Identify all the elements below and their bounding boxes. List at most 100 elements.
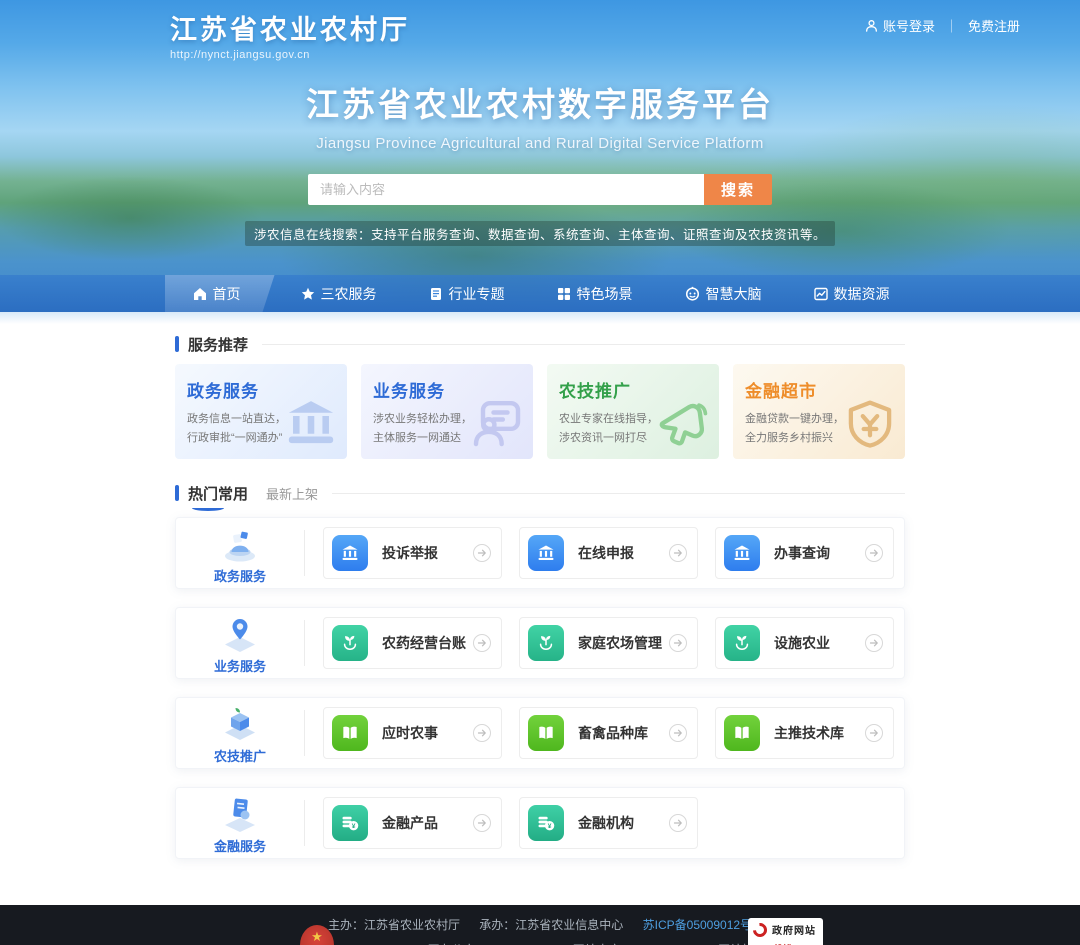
search-hint: 涉农信息在线搜索：支持平台服务查询、数据查询、系统查询、主体查询、证照查询及农技… — [245, 221, 835, 246]
section-divider-line — [262, 344, 905, 345]
auth-links: 账号登录 ｜ 免费注册 — [865, 16, 1020, 35]
service-label: 家庭农场管理 — [578, 633, 669, 653]
service-label: 金融机构 — [578, 813, 669, 833]
category-agritech[interactable]: 农技推广 — [176, 701, 304, 765]
nav-label: 特色场景 — [577, 284, 633, 304]
bank-icon — [536, 543, 556, 563]
service-item-complaint[interactable]: 投诉举报 — [323, 527, 502, 579]
service-item-online-declare[interactable]: 在线申报 — [519, 527, 698, 579]
category-business[interactable]: 业务服务 — [176, 611, 304, 675]
nav-item-sannong[interactable]: 三农服务 — [275, 275, 403, 312]
category-label: 业务服务 — [214, 656, 266, 675]
open-book-icon — [340, 723, 360, 743]
grid-icon — [557, 287, 571, 301]
nav-label: 三农服务 — [321, 284, 377, 304]
arrow-icon — [473, 544, 491, 562]
footer-text: 主办：江苏省农业农村厅 承办：江苏省农业信息中心 苏ICP备05009012号 … — [0, 905, 1080, 945]
sprout-icon — [732, 633, 752, 653]
service-row-business: 业务服务 农药经营台账 家庭农场管理 — [175, 607, 905, 679]
service-label: 畜禽品种库 — [578, 723, 669, 743]
svg-text:¥: ¥ — [352, 823, 356, 830]
platform-subtitle: Jiangsu Province Agricultural and Rural … — [0, 135, 1080, 152]
category-label: 政务服务 — [214, 566, 266, 585]
service-row-agritech: 农技推广 应时农事 畜禽品种库 主 — [175, 697, 905, 769]
section-recommend-header: 服务推荐 — [175, 334, 905, 354]
search-button[interactable]: 搜索 — [704, 174, 772, 205]
gov-badge-title: 政府网站 — [772, 922, 816, 937]
main-content: 服务推荐 政务服务 政务信息一站直达， 行政审批“一网通办” 业务服务 涉农业务… — [175, 324, 905, 859]
book-icon — [429, 287, 443, 301]
service-item-main-tech-library[interactable]: 主推技术库 — [715, 707, 894, 759]
nav-item-industry[interactable]: 行业专题 — [403, 275, 531, 312]
category-government[interactable]: 政务服务 — [176, 521, 304, 585]
category-label: 金融服务 — [214, 836, 266, 855]
card-government-services[interactable]: 政务服务 政务信息一站直达， 行政审批“一网通办” — [175, 364, 347, 459]
tab-latest[interactable]: 最新上架 — [266, 484, 318, 503]
footer-phones: 电话：025-86263414(厅办公室) 025-86263709(网站内容)… — [0, 941, 1080, 945]
service-item-facility-agriculture[interactable]: 设施农业 — [715, 617, 894, 669]
search-input[interactable] — [308, 174, 704, 205]
footer: ★ 主办：江苏省农业农村厅 承办：江苏省农业信息中心 苏ICP备05009012… — [0, 905, 1080, 945]
platform-title: 江苏省农业农村数字服务平台 — [0, 78, 1080, 126]
nav-item-scenes[interactable]: 特色场景 — [531, 275, 659, 312]
arrow-icon — [669, 814, 687, 832]
section-hot-header: 热门常用 最新上架 — [175, 483, 905, 503]
sprout-icon — [536, 633, 556, 653]
service-item-affairs-query[interactable]: 办事查询 — [715, 527, 894, 579]
row-divider — [304, 530, 305, 576]
login-link[interactable]: 账号登录 — [883, 16, 935, 35]
open-book-icon — [732, 723, 752, 743]
service-item-financial-institutions[interactable]: ¥ 金融机构 — [519, 797, 698, 849]
hero-fade — [0, 312, 1080, 324]
nav-item-home[interactable]: 首页 — [165, 275, 275, 312]
section-title-recommend: 服务推荐 — [188, 334, 248, 355]
chat-icon — [469, 395, 525, 451]
service-item-livestock-breeds[interactable]: 畜禽品种库 — [519, 707, 698, 759]
service-item-family-farm[interactable]: 家庭农场管理 — [519, 617, 698, 669]
arrow-icon — [865, 724, 883, 742]
category-finance[interactable]: 金融服务 — [176, 791, 304, 855]
service-row-government: 政务服务 投诉举报 在线申报 办事 — [175, 517, 905, 589]
arrow-icon — [473, 814, 491, 832]
bank-icon — [732, 543, 752, 563]
tab-hot-common[interactable]: 热门常用 — [188, 483, 248, 504]
site-logo[interactable]: 江苏省农业农村厅 http://nynct.jiangsu.gov.cn — [170, 8, 410, 61]
arrow-icon — [669, 544, 687, 562]
card-business-services[interactable]: 业务服务 涉农业务轻松办理， 主体服务一网通达 — [361, 364, 533, 459]
arrow-icon — [473, 724, 491, 742]
arrow-icon — [473, 634, 491, 652]
section-accent-bar — [175, 485, 179, 501]
topbar: 江苏省农业农村厅 http://nynct.jiangsu.gov.cn 账号登… — [0, 0, 1080, 56]
nav-label: 智慧大脑 — [706, 284, 762, 304]
recommend-cards: 政务服务 政务信息一站直达， 行政审批“一网通办” 业务服务 涉农业务轻松办理，… — [175, 364, 905, 459]
gov-website-badge[interactable]: 政府网站 找错 — [748, 918, 823, 945]
bank-icon — [340, 543, 360, 563]
card-finance-supermarket[interactable]: 金融超市 金融贷款一键办理， 全力服务乡村振兴 — [733, 364, 905, 459]
nav-item-brain[interactable]: 智慧大脑 — [659, 275, 788, 312]
service-label: 应时农事 — [382, 723, 473, 743]
row-divider — [304, 800, 305, 846]
home-icon — [193, 287, 207, 301]
hero-center: 江苏省农业农村数字服务平台 Jiangsu Province Agricultu… — [0, 78, 1080, 246]
section-divider-line — [332, 493, 905, 494]
site-url: http://nynct.jiangsu.gov.cn — [170, 49, 410, 61]
hero-banner: 江苏省农业农村厅 http://nynct.jiangsu.gov.cn 账号登… — [0, 0, 1080, 312]
register-link[interactable]: 免费注册 — [968, 16, 1020, 35]
category-3d-finance-icon — [214, 791, 266, 835]
site-name: 江苏省农业农村厅 — [170, 8, 410, 47]
category-3d-agritech-icon — [214, 701, 266, 745]
service-row-finance: 金融服务 ¥ 金融产品 ¥ 金融机构 — [175, 787, 905, 859]
service-item-seasonal-farming[interactable]: 应时农事 — [323, 707, 502, 759]
card-agritech-promotion[interactable]: 农技推广 农业专家在线指导， 涉农资讯一网打尽 — [547, 364, 719, 459]
coins-icon: ¥ — [340, 813, 360, 833]
shield-yuan-icon — [843, 397, 897, 451]
arrow-icon — [865, 634, 883, 652]
service-item-financial-products[interactable]: ¥ 金融产品 — [323, 797, 502, 849]
footer-host: 主办：江苏省农业农村厅 — [328, 918, 460, 932]
footer-icp-link[interactable]: 苏ICP备05009012号 — [643, 918, 752, 932]
service-item-pesticide-ledger[interactable]: 农药经营台账 — [323, 617, 502, 669]
service-label: 金融产品 — [382, 813, 473, 833]
svg-text:¥: ¥ — [548, 823, 552, 830]
category-3d-government-icon — [214, 521, 266, 565]
nav-item-data[interactable]: 数据资源 — [788, 275, 916, 312]
